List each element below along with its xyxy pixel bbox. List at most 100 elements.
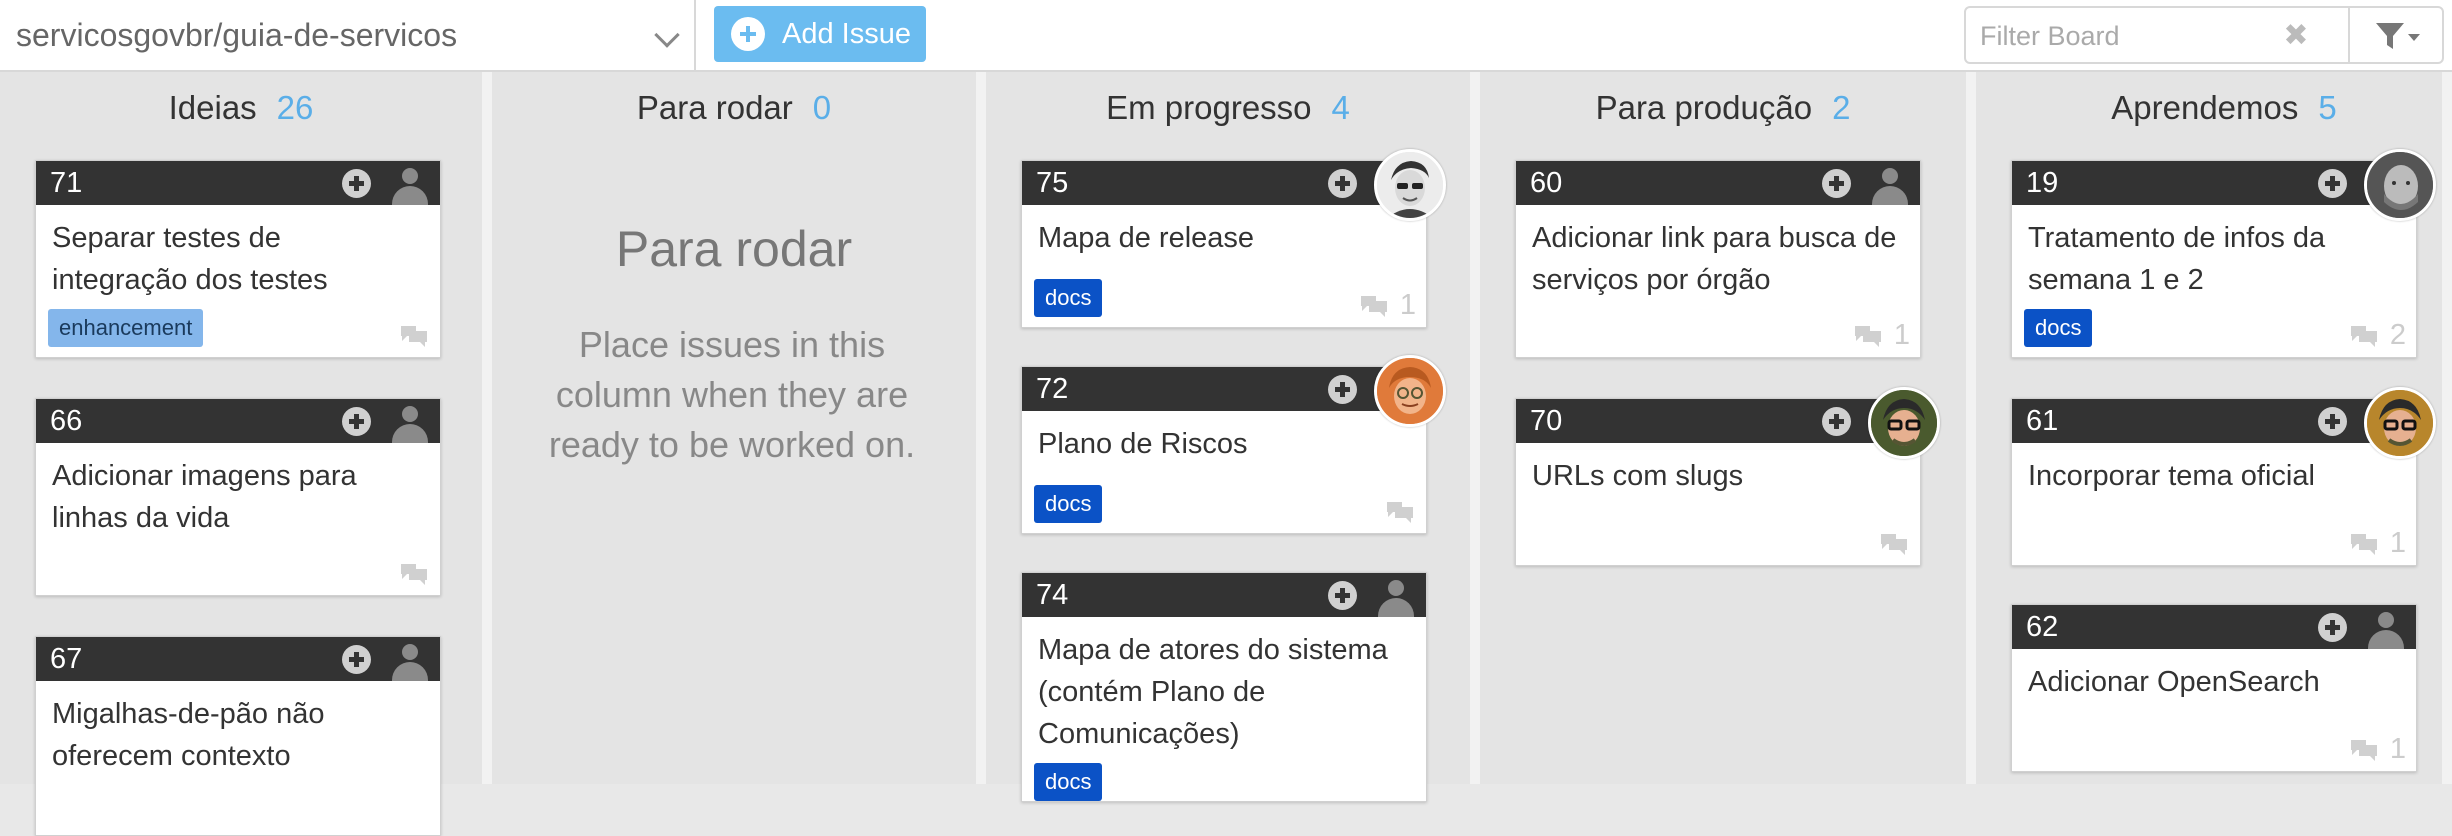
issue-card-61[interactable]: 61 Incorporar tema oficial 1: [2011, 387, 2436, 566]
comment-bubbles-icon: [1881, 534, 1907, 556]
comment-bubbles-icon: [1387, 502, 1413, 524]
issue-number: 60: [1530, 167, 1563, 199]
label-docs[interactable]: docs: [2024, 309, 2093, 347]
issue-card-75[interactable]: 75 Mapa de release docs 1: [1021, 149, 1446, 328]
issue-number: 19: [2026, 167, 2059, 199]
comment-bubbles-icon: [2350, 534, 2377, 556]
person-icon[interactable]: [390, 166, 430, 205]
column-header: Para rodar 0: [492, 88, 976, 128]
column-title: Ideias: [168, 89, 257, 126]
column-para-producao: Para produção 2 60 Adicionar link para bu…: [1480, 72, 1976, 784]
empty-column-message: Place issues in this column when they ar…: [548, 324, 916, 465]
column-title: Aprendemos: [2111, 89, 2299, 126]
label-enhancement[interactable]: enhancement: [48, 309, 204, 347]
issue-title: Plano de Riscos: [1038, 428, 1248, 460]
column-count: 0: [812, 89, 832, 126]
clear-filter-icon[interactable]: ✖: [2276, 18, 2316, 54]
issue-title: Mapa de release: [1038, 222, 1255, 254]
column-header: Aprendemos 5: [1976, 88, 2452, 128]
column-em-progresso: Em progresso 4 75 Mapa de release docs 1: [986, 72, 1480, 802]
comment-bubbles-icon: [1854, 326, 1881, 348]
assignee-avatar[interactable]: [2364, 387, 2436, 459]
plus-circle-icon[interactable]: [1328, 375, 1357, 404]
avatar-image: [1377, 358, 1443, 424]
comments-indicator: 1: [2348, 732, 2406, 765]
card-header: 60: [1516, 161, 1920, 205]
plus-circle-icon[interactable]: [2318, 407, 2347, 436]
comments-indicator: [398, 556, 430, 588]
card-header: 66: [36, 399, 440, 443]
issue-card-66[interactable]: 66 Adicionar imagens para linhas da vida: [35, 398, 441, 596]
comment-bubbles-icon: [2350, 740, 2377, 762]
issue-card-67[interactable]: 67 Migalhas-de-pão não oferecem contexto: [35, 636, 441, 836]
issue-card-19[interactable]: 19 Tratamento de infos da semana 1 e 2 d…: [2011, 149, 2436, 358]
filter-dropdown-button[interactable]: [2348, 8, 2444, 62]
person-icon[interactable]: [390, 642, 430, 681]
issue-card-71[interactable]: 71 Separar testes de integração dos test…: [35, 160, 441, 358]
filter-board-input[interactable]: [1980, 18, 2280, 54]
chevron-down-icon: [654, 22, 680, 48]
person-icon[interactable]: [2366, 610, 2406, 649]
issue-title: Adicionar OpenSearch: [2028, 666, 2320, 698]
add-issue-label: Add Issue: [782, 18, 911, 50]
comments-indicator: 2: [2348, 318, 2406, 352]
column-count: 2: [1832, 89, 1851, 126]
label-docs[interactable]: docs: [1034, 485, 1103, 523]
empty-column-title: Para rodar: [615, 221, 853, 277]
repo-selector[interactable]: servicosgovbr/guia-de-servicos: [0, 0, 696, 70]
comment-bubbles-icon: [1360, 296, 1387, 318]
column-header: Para produção 2: [1480, 88, 1966, 128]
assignee-avatar[interactable]: [2364, 149, 2436, 221]
label-docs[interactable]: docs: [1034, 763, 1103, 801]
issue-title: Migalhas-de-pão não oferecem contexto: [52, 698, 325, 772]
plus-circle-icon[interactable]: [1822, 407, 1851, 436]
comment-bubbles-icon: [401, 564, 427, 586]
comments-indicator: [1384, 494, 1416, 526]
issue-title: Incorporar tema oficial: [2028, 460, 2315, 492]
person-icon[interactable]: [390, 404, 430, 443]
comments-indicator: [1878, 526, 1910, 558]
board: Ideias 26 71 Separar testes de integração…: [0, 72, 2452, 836]
plus-circle-icon[interactable]: [2318, 613, 2347, 642]
plus-circle-icon[interactable]: [2318, 169, 2347, 198]
issue-card-62[interactable]: 62 Adicionar OpenSearch 1: [2011, 604, 2417, 772]
comment-count: 1: [1893, 319, 1910, 352]
add-issue-button[interactable]: Add Issue: [714, 6, 926, 62]
repo-name: servicosgovbr/guia-de-servicos: [16, 17, 458, 53]
avatar-image: [1871, 390, 1937, 456]
comment-bubbles-icon: [2350, 326, 2377, 348]
person-icon[interactable]: [1376, 578, 1416, 617]
column-header: Em progresso 4: [986, 88, 1470, 128]
column-aprendemos: Aprendemos 5 19 Tratamento de infos da se…: [1976, 72, 2452, 784]
comments-indicator: 1: [2348, 526, 2406, 559]
issue-card-72[interactable]: 72 Plano de Riscos docs: [1021, 355, 1446, 534]
column-title: Para rodar: [636, 89, 793, 126]
plus-circle-icon[interactable]: [342, 407, 371, 436]
plus-circle-icon[interactable]: [342, 169, 371, 198]
comment-bubbles-icon: [401, 326, 427, 348]
plus-circle-icon[interactable]: [342, 645, 371, 674]
assignee-avatar[interactable]: [1374, 355, 1446, 427]
plus-circle-icon[interactable]: [1328, 169, 1357, 198]
plus-circle-icon[interactable]: [1328, 581, 1357, 610]
issue-number: 75: [1036, 167, 1069, 199]
card-header: 75: [1022, 161, 1426, 205]
funnel-icon: [2376, 23, 2420, 49]
issue-title: Adicionar imagens para linhas da vida: [52, 460, 357, 534]
avatar-image: [1377, 152, 1443, 218]
top-bar: servicosgovbr/guia-de-servicos Add Issue…: [0, 0, 2452, 72]
assignee-avatar[interactable]: [1868, 387, 1940, 459]
assignee-avatar[interactable]: [1374, 149, 1446, 221]
issue-number: 67: [50, 643, 83, 675]
issue-card-70[interactable]: 70 URLs com slugs: [1515, 387, 1940, 566]
plus-circle-icon[interactable]: [1822, 169, 1851, 198]
comment-count: 1: [1399, 289, 1416, 322]
card-header: 74: [1022, 573, 1426, 617]
person-icon[interactable]: [1870, 166, 1910, 205]
issue-card-74[interactable]: 74 Mapa de atores do sistema (contém Pla…: [1021, 572, 1427, 802]
comment-count: 2: [2389, 319, 2406, 352]
issue-card-60[interactable]: 60 Adicionar link para busca de serviços…: [1515, 160, 1921, 358]
issue-title: URLs com slugs: [1532, 460, 1744, 492]
column-count: 26: [276, 89, 314, 126]
label-docs[interactable]: docs: [1034, 279, 1103, 317]
